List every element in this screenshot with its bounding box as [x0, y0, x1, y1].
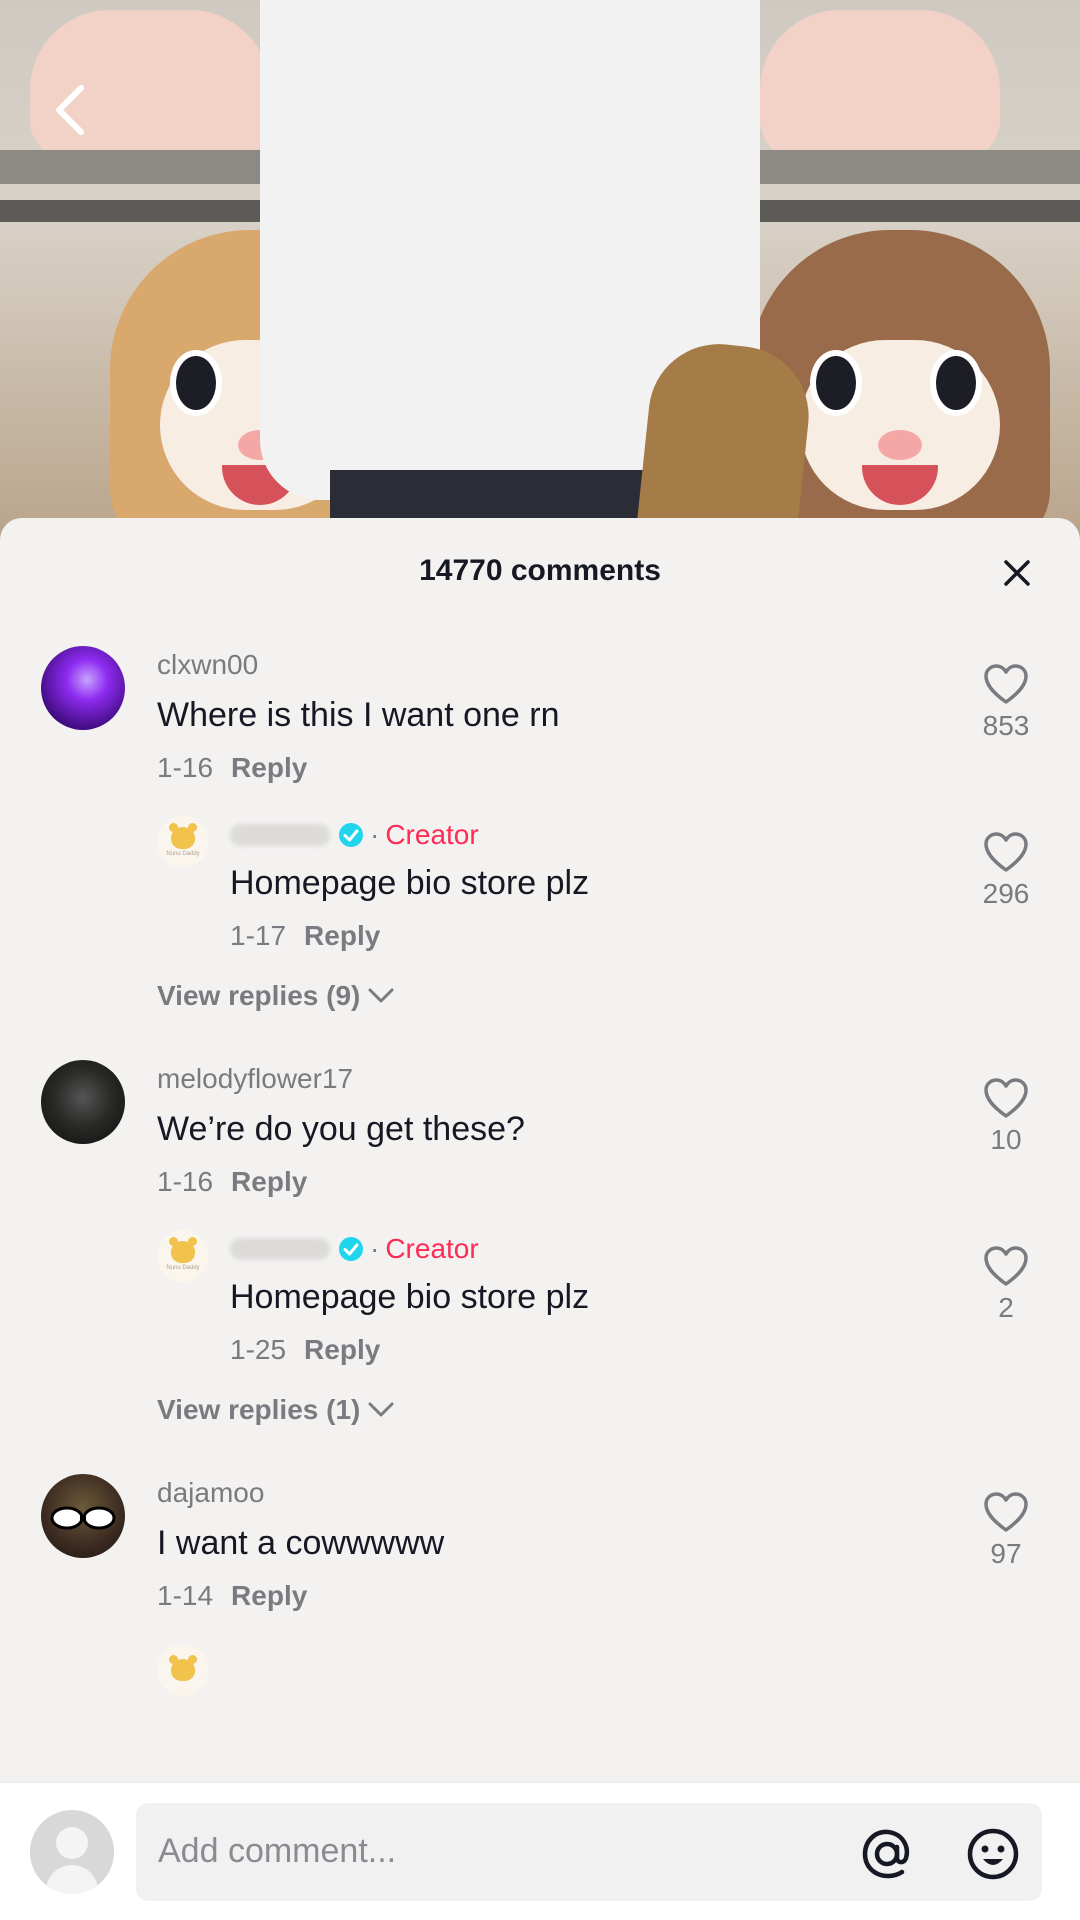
comment-username[interactable]: dajamoo [157, 1474, 940, 1512]
view-replies-button[interactable]: View replies (9) [0, 976, 1080, 1016]
mention-button[interactable] [860, 1827, 914, 1881]
reply-button[interactable]: Reply [231, 752, 307, 783]
reply-text: Homepage bio store plz [230, 1278, 590, 1316]
comment-username[interactable]: melodyflower17 [157, 1060, 940, 1098]
bear-logo-icon [169, 823, 197, 849]
at-icon [862, 1829, 909, 1878]
bear-logo-icon [169, 1655, 197, 1681]
like-button[interactable]: 2 [966, 1244, 1046, 1324]
sheet-header: 14770 comments [0, 518, 1080, 624]
close-button[interactable] [992, 548, 1042, 598]
back-button[interactable] [40, 80, 100, 140]
creator-avatar[interactable]: Nunu Daddy [157, 816, 209, 868]
comment-input[interactable] [158, 1832, 798, 1871]
creator-avatar[interactable] [157, 1644, 209, 1696]
creator-avatar[interactable]: Nunu Daddy [157, 1230, 209, 1282]
video-background [0, 0, 1080, 540]
sunglasses-icon [50, 1506, 116, 1530]
reply-text: Homepage bio store plz [230, 864, 590, 902]
chevron-down-icon [368, 1402, 394, 1417]
like-count: 10 [990, 1124, 1022, 1155]
emoji-icon [967, 1828, 1019, 1879]
view-replies-label: View replies (9) [157, 980, 361, 1011]
reply-meta: 1-17 Reply [230, 918, 940, 954]
view-replies-label: View replies (1) [157, 1394, 361, 1425]
comments-sheet: 14770 comments clxwn00 Where is this I w… [0, 518, 1080, 1920]
comment-date: 1-16 [157, 752, 214, 783]
like-button[interactable]: 853 [966, 662, 1046, 742]
heart-icon [984, 1078, 1028, 1118]
comment-username[interactable]: clxwn00 [157, 646, 940, 684]
heart-icon [984, 1246, 1028, 1286]
creator-reply-item: Nunu Daddy · Creator Homepage bio store … [0, 816, 1080, 954]
avatar-brand: Nunu Daddy [166, 851, 200, 857]
creator-label: Creator [385, 1233, 479, 1264]
comment-text: We’re do you get these? [157, 1110, 525, 1148]
like-button[interactable]: 296 [966, 830, 1046, 910]
like-count: 296 [982, 878, 1030, 909]
back-arrow-icon [56, 85, 84, 135]
comment-meta: 1-14 Reply [157, 1578, 940, 1614]
blurred-username[interactable] [230, 824, 330, 846]
avatar[interactable] [41, 646, 125, 730]
avatar[interactable] [41, 1060, 125, 1144]
chevron-down-icon [368, 988, 394, 1003]
verified-icon [339, 823, 363, 847]
comment-item: melodyflower17 We’re do you get these? 1… [0, 1060, 1080, 1200]
separator-dot: · [370, 819, 380, 850]
comment-date: 1-16 [157, 1166, 214, 1197]
like-button[interactable]: 10 [966, 1076, 1046, 1156]
separator-dot: · [370, 1233, 380, 1264]
heart-icon [984, 1492, 1028, 1532]
avatar[interactable] [41, 1474, 125, 1558]
reply-button[interactable]: Reply [304, 920, 380, 951]
comment-item: clxwn00 Where is this I want one rn 1-16… [0, 646, 1080, 786]
verified-icon [339, 1237, 363, 1261]
creator-name-row: · Creator [230, 816, 940, 854]
comment-item: dajamoo I want a cowwwww 1-14 Reply 97 [0, 1474, 1080, 1614]
comment-text: I want a cowwwww [157, 1524, 445, 1562]
comment-meta: 1-16 Reply [157, 1164, 940, 1200]
comment-date: 1-14 [157, 1580, 214, 1611]
heart-icon [984, 832, 1028, 872]
view-replies-button[interactable]: View replies (1) [0, 1390, 1080, 1430]
comments-count-title: 14770 comments [419, 554, 661, 587]
creator-name-row: · Creator [230, 1230, 940, 1268]
bear-logo-icon [169, 1237, 197, 1263]
plush-toy [760, 10, 1000, 160]
blurred-username[interactable] [230, 1238, 330, 1260]
like-count: 2 [998, 1292, 1014, 1323]
comment-meta: 1-16 Reply [157, 750, 940, 786]
creator-reply-item: Nunu Daddy · Creator Homepage bio store … [0, 1230, 1080, 1368]
comment-input-box[interactable] [136, 1802, 1042, 1901]
reply-meta: 1-25 Reply [230, 1332, 940, 1368]
like-count: 97 [990, 1538, 1022, 1569]
close-icon [1004, 560, 1030, 586]
reply-button[interactable]: Reply [231, 1580, 307, 1611]
reply-button[interactable]: Reply [304, 1334, 380, 1365]
like-count: 853 [982, 710, 1030, 741]
reply-button[interactable]: Reply [231, 1166, 307, 1197]
avatar-brand: Nunu Daddy [166, 1265, 200, 1271]
heart-icon [984, 664, 1028, 704]
creator-label: Creator [385, 819, 479, 850]
creator-reply-item-partial [0, 1644, 1080, 1696]
comment-text: Where is this I want one rn [157, 696, 560, 734]
comment-input-bar [0, 1782, 1080, 1920]
reply-date: 1-25 [230, 1334, 287, 1365]
like-button[interactable]: 97 [966, 1490, 1046, 1570]
emoji-button[interactable] [966, 1827, 1020, 1881]
comment-list[interactable]: clxwn00 Where is this I want one rn 1-16… [0, 646, 1080, 1696]
my-avatar[interactable] [30, 1809, 114, 1894]
reply-date: 1-17 [230, 920, 287, 951]
